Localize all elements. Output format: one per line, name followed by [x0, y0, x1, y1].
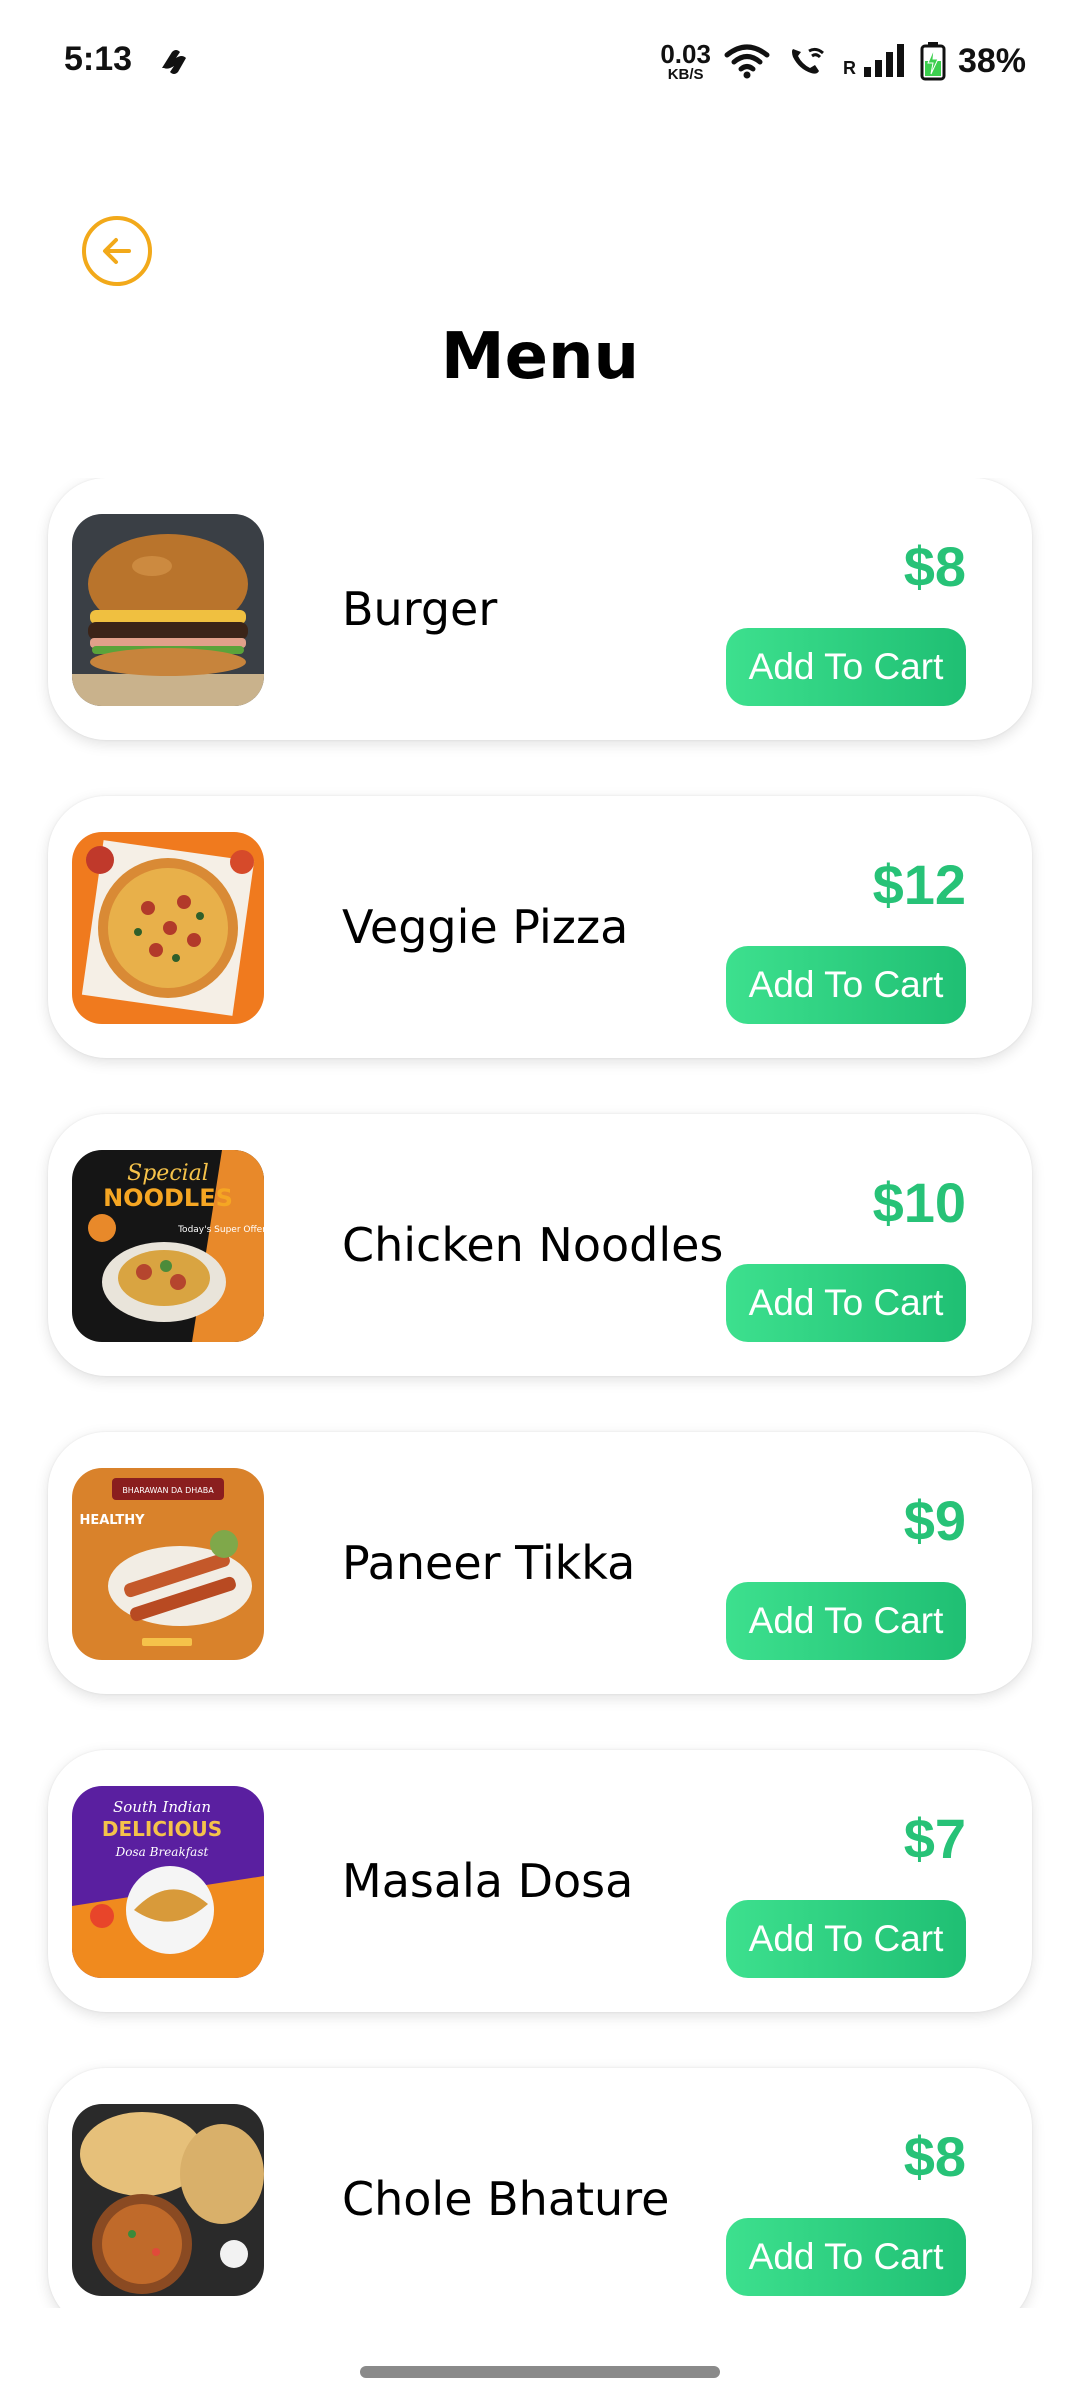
pizza-image — [72, 832, 264, 1024]
item-name: Veggie Pizza — [342, 900, 629, 954]
network-speed: 0.03 KB/S — [660, 41, 711, 82]
item-price: $12 — [872, 853, 966, 916]
menu-item-card: Veggie Pizza $12 Add To Cart — [48, 796, 1032, 1058]
item-name: Chole Bhature — [342, 2172, 670, 2226]
paneer-tikka-image: BHARAWAN DA DHABA HEALTHY — [72, 1468, 264, 1660]
status-bar: 5:13 0.03 KB/S R 38% — [0, 0, 1080, 120]
page-title: Menu — [440, 320, 640, 394]
status-time: 5:13 — [64, 40, 133, 78]
dosa-poster-text-2: DELICIOUS — [102, 1817, 222, 1841]
item-name: Burger — [342, 582, 498, 636]
item-price: $8 — [903, 535, 966, 598]
add-to-cart-button[interactable]: Add To Cart — [726, 2218, 966, 2296]
noodles-poster-text-2: NOODLES — [103, 1184, 233, 1212]
wifi-calling-icon — [791, 47, 824, 74]
masala-dosa-image: South Indian DELICIOUS Dosa Breakfast — [72, 1786, 264, 1978]
paneer-poster-text-2: HEALTHY — [79, 1513, 145, 1528]
add-to-cart-button[interactable]: Add To Cart — [726, 628, 966, 706]
battery-percent: 38% — [957, 41, 1026, 80]
noodles-poster-text-3: Today's Super Offer — [177, 1225, 264, 1235]
add-to-cart-button[interactable]: Add To Cart — [726, 1900, 966, 1978]
menu-item-card: Special NOODLES Today's Super Offer Chic… — [48, 1114, 1032, 1376]
item-name: Chicken Noodles — [342, 1218, 724, 1272]
paneer-poster-text-1: BHARAWAN DA DHABA — [122, 1486, 214, 1495]
network-speed-value: 0.03 — [660, 38, 711, 69]
add-to-cart-button[interactable]: Add To Cart — [726, 1582, 966, 1660]
roaming-indicator: R — [842, 57, 856, 78]
wifi-icon — [724, 44, 770, 79]
menu-item-card: Chole Bhature $8 Add To Cart — [48, 2068, 1032, 2308]
arrow-left-icon — [103, 238, 131, 264]
battery-charging-icon — [920, 42, 946, 81]
add-to-cart-button[interactable]: Add To Cart — [726, 946, 966, 1024]
menu-item-card: Burger $8 Add To Cart — [48, 478, 1032, 740]
noodles-poster-text-1: Special — [127, 1161, 209, 1186]
item-name: Paneer Tikka — [342, 1536, 636, 1590]
menu-list[interactable]: Burger $8 Add To Cart Veggie Pizza $12 A… — [0, 478, 1080, 2308]
network-speed-unit: KB/S — [667, 65, 704, 83]
add-to-cart-button[interactable]: Add To Cart — [726, 1264, 966, 1342]
dosa-poster-text-3: Dosa Breakfast — [115, 1845, 209, 1859]
burger-image — [72, 514, 264, 706]
noodles-image: Special NOODLES Today's Super Offer — [72, 1150, 264, 1342]
home-indicator[interactable] — [360, 2366, 720, 2378]
dosa-poster-text-1: South Indian — [113, 1798, 211, 1816]
item-price: $10 — [872, 1171, 966, 1234]
item-price: $8 — [903, 2125, 966, 2188]
menu-item-card: South Indian DELICIOUS Dosa Breakfast Ma… — [48, 1750, 1032, 2012]
menu-item-card: BHARAWAN DA DHABA HEALTHY Paneer Tikka $… — [48, 1432, 1032, 1694]
signal-strength-icon — [863, 44, 904, 77]
item-price: $7 — [903, 1807, 966, 1870]
chole-bhature-image — [72, 2104, 264, 2296]
item-price: $9 — [903, 1489, 966, 1552]
item-name: Masala Dosa — [342, 1854, 634, 1908]
back-button[interactable] — [82, 216, 152, 286]
app-notification-icon — [162, 50, 186, 74]
